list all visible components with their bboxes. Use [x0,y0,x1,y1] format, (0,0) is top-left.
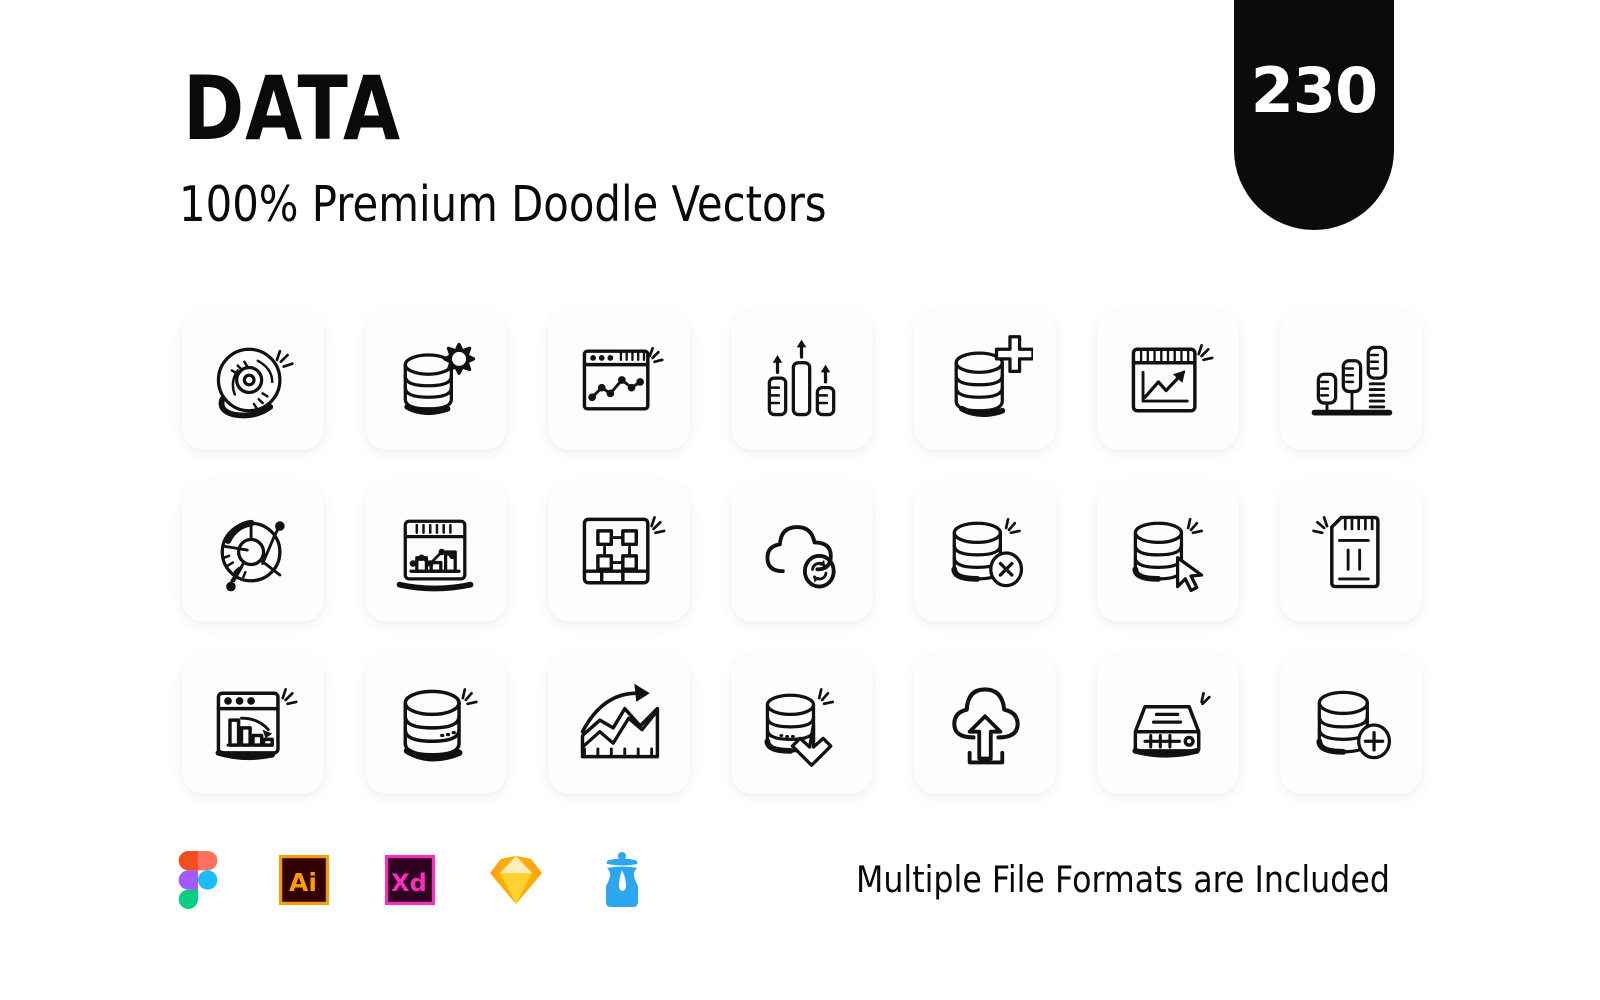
count-badge: 230 [1234,0,1394,230]
database-icon [403,688,478,762]
bar-chart-stand-icon [1311,345,1393,416]
growth-bars-arrows-icon [767,339,836,417]
database-plus-icon [1316,690,1392,760]
icon-card-donut-chart[interactable] [182,482,324,622]
area-chart-arrow-icon [580,683,660,759]
icon-card-database-download[interactable] [731,654,873,794]
database-delete-icon [951,518,1024,588]
donut-chart-icon [220,519,285,592]
database-settings-icon [403,342,476,416]
xd-icon: Xd [385,855,435,905]
icon-card-cloud-upload[interactable] [914,654,1056,794]
icon-card-database-settings[interactable] [365,310,507,450]
icon-card-server-device[interactable] [1097,654,1239,794]
database-click-icon [1132,518,1204,593]
svg-text:Xd: Xd [391,869,427,897]
icon-card-database-add[interactable] [914,310,1056,450]
icon-card-database[interactable] [365,654,507,794]
format-sketch[interactable] [488,852,544,908]
icon-card-area-chart-arrow[interactable] [548,654,690,794]
icon-grid [182,310,1422,794]
svg-text:Ai: Ai [289,868,317,897]
icon-card-growth-bars[interactable] [731,310,873,450]
icon-card-bar-chart-stand[interactable] [1280,310,1422,450]
database-add-icon [954,335,1033,417]
icon-card-browser-bar-decline[interactable] [182,654,324,794]
icon-card-browser-line-chart[interactable] [548,310,690,450]
format-figma[interactable] [170,851,226,909]
file-formats-list: Ai Xd [170,851,650,909]
icon-card-database-delete[interactable] [914,482,1056,622]
dashboard-chart-icon [396,519,474,592]
cloud-upload-icon [952,687,1020,765]
icon-card-memory-card[interactable] [1280,482,1422,622]
illustrator-icon: Ai [279,855,329,905]
memory-card-icon [1312,515,1380,589]
sketch-icon [490,856,542,904]
browser-line-chart-icon [582,346,664,411]
database-download-icon [764,688,835,767]
page-subtitle: 100% Premium Doodle Vectors [179,176,827,234]
format-illustrator[interactable]: Ai [276,852,332,908]
icon-card-network-diagram[interactable] [548,482,690,622]
format-xd[interactable]: Xd [382,852,438,908]
icon-card-database-click[interactable] [1097,482,1239,622]
icon-card-report-trend-up[interactable] [1097,310,1239,450]
cloud-sync-icon [765,525,836,589]
icon-card-cloud-sync[interactable] [731,482,873,622]
icon-card-dashboard-chart[interactable] [365,482,507,622]
icon-card-disc[interactable] [182,310,324,450]
network-diagram-icon [582,516,666,585]
footer-note: Multiple File Formats are Included [856,858,1390,901]
format-iconjar[interactable] [594,852,650,908]
browser-bar-decline-icon [215,688,298,761]
poster-canvas: 230 DATA 100% Premium Doodle Vectors Ai … [0,0,1600,1000]
figma-icon [178,851,218,909]
icon-card-database-plus[interactable] [1280,654,1422,794]
iconjar-icon [606,852,638,907]
report-trend-up-icon [1131,344,1214,413]
disc-icon [216,347,294,419]
server-device-icon [1132,691,1211,758]
count-badge-number: 230 [1250,54,1378,127]
page-title: DATA [183,58,401,161]
